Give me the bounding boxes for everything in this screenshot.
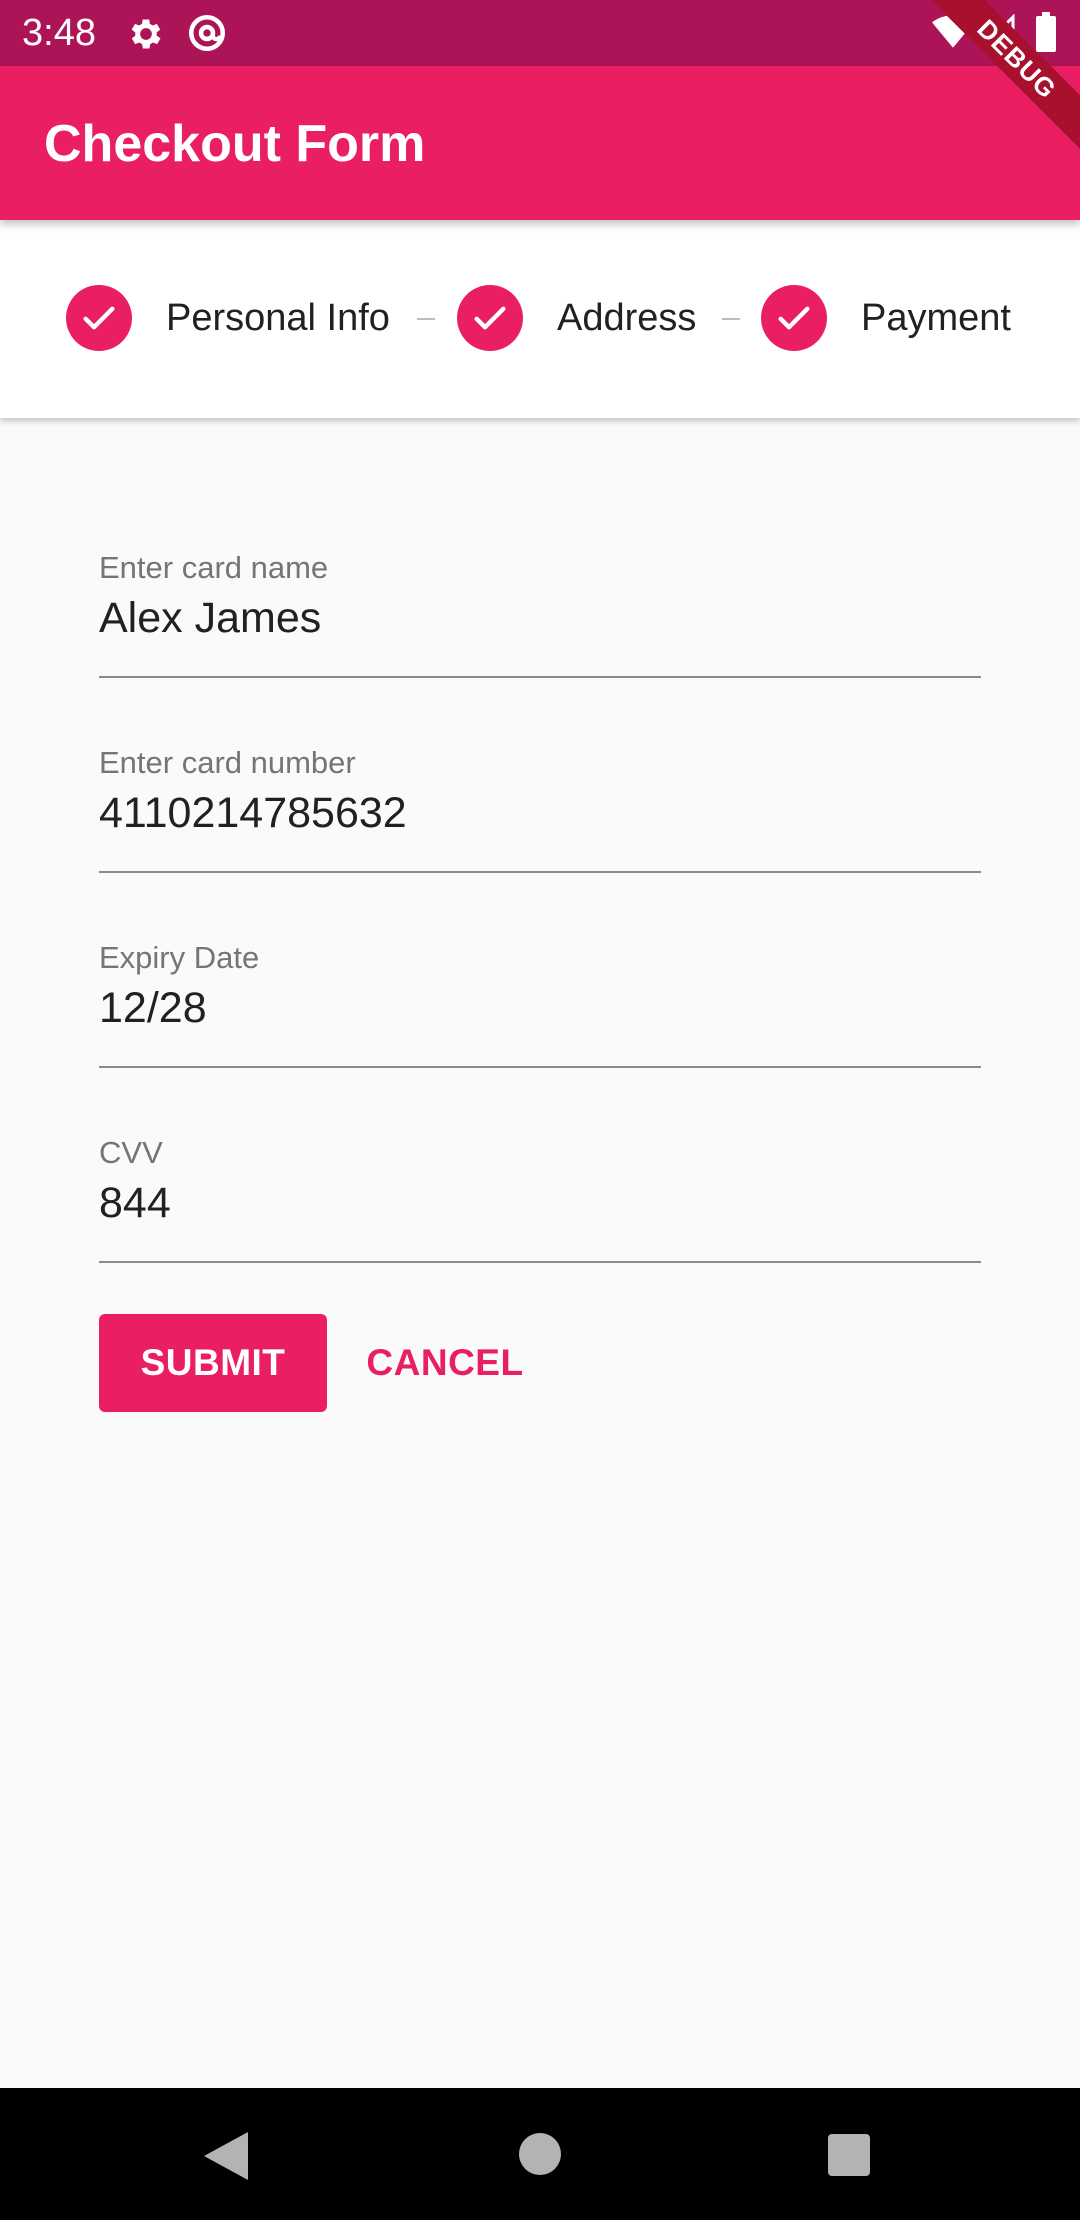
expiry-date-label: Expiry Date (99, 940, 260, 975)
step-payment[interactable]: Payment (761, 284, 1011, 352)
back-icon[interactable] (204, 2132, 248, 2180)
step-label: Address (557, 296, 697, 339)
screen: 3:48 Checkout Form DEBUG Personal Info A… (0, 0, 1080, 2220)
check-icon (474, 306, 506, 330)
app-bar: Checkout Form (0, 66, 1080, 220)
expiry-date-field[interactable]: Expiry Date 12/28 (99, 940, 981, 1068)
wifi-icon (932, 15, 974, 48)
app-title: Checkout Form (44, 115, 426, 173)
card-number-field[interactable]: Enter card number 4110214785632 (99, 745, 981, 873)
step-personal-info[interactable]: Personal Info (66, 284, 390, 352)
card-name-field[interactable]: Enter card name Alex James (99, 550, 981, 678)
status-time: 3:48 (22, 12, 96, 54)
step-completed-indicator (457, 285, 523, 351)
check-icon (83, 306, 115, 330)
card-name-label: Enter card name (99, 550, 329, 585)
step-connector (722, 318, 740, 320)
card-number-input[interactable]: 4110214785632 (99, 789, 407, 838)
step-address[interactable]: Address (457, 284, 696, 352)
battery-icon (1036, 12, 1056, 52)
recents-icon[interactable] (828, 2134, 870, 2176)
system-nav-bar (0, 2088, 1080, 2220)
cvv-input[interactable]: 844 (99, 1179, 171, 1228)
step-label: Payment (861, 296, 1011, 339)
step-connector (417, 318, 435, 320)
cancel-button[interactable]: CANCEL (350, 1314, 540, 1412)
card-name-input[interactable]: Alex James (99, 594, 321, 643)
cvv-label: CVV (99, 1135, 163, 1170)
status-bar: 3:48 (0, 0, 1080, 66)
home-icon[interactable] (519, 2133, 561, 2175)
card-number-label: Enter card number (99, 745, 356, 780)
step-label: Personal Info (166, 296, 390, 339)
step-completed-indicator (761, 285, 827, 351)
cvv-field[interactable]: CVV 844 (99, 1135, 981, 1263)
gear-icon (131, 19, 161, 49)
stepper-header: Personal Info Address Payment (0, 220, 1080, 418)
at-sign-icon (188, 14, 226, 52)
check-icon (778, 306, 810, 330)
signal-icon (980, 14, 1015, 49)
expiry-date-input[interactable]: 12/28 (99, 984, 207, 1033)
step-completed-indicator (66, 285, 132, 351)
submit-button[interactable]: SUBMIT (99, 1314, 327, 1412)
